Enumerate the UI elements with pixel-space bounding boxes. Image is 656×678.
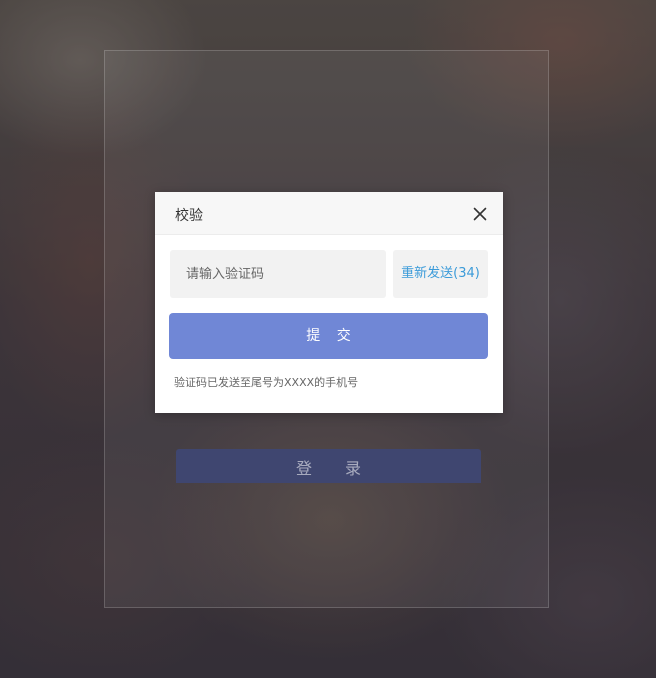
verification-code-input[interactable] xyxy=(170,250,386,298)
sms-sent-hint: 验证码已发送至尾号为XXXX的手机号 xyxy=(174,376,359,389)
close-button[interactable] xyxy=(473,206,487,221)
verification-dialog: 校验 重新发送(34) 提 交 验证码已发送至尾号为XXXX的手机号 xyxy=(155,192,503,413)
resend-code-button[interactable]: 重新发送(34) xyxy=(393,250,488,298)
dialog-title: 校验 xyxy=(175,208,203,224)
submit-button[interactable]: 提 交 xyxy=(169,313,488,359)
dialog-header: 校验 xyxy=(155,192,503,235)
login-button[interactable]: 登 录 xyxy=(176,449,481,483)
close-icon xyxy=(473,207,487,221)
